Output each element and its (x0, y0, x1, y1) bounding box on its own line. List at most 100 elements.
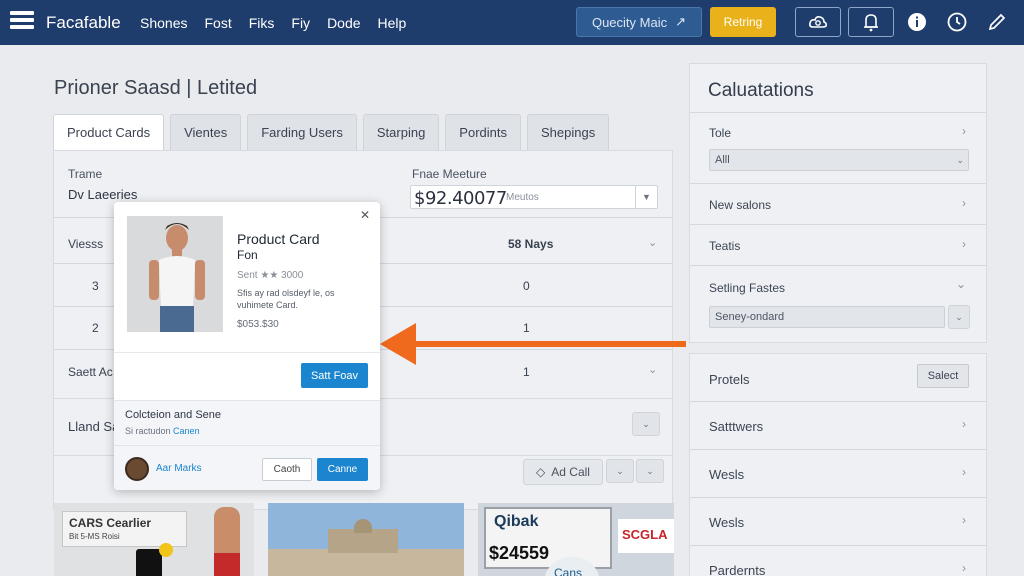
tole-select[interactable]: Alll ⌄ (709, 149, 969, 171)
notifications-button[interactable] (848, 7, 894, 37)
tab-starping[interactable]: Starping (362, 114, 440, 150)
building-dome (354, 519, 372, 533)
divider (690, 449, 986, 450)
sort-dropdown-button[interactable]: ⌄ (948, 305, 970, 329)
tab-vientes[interactable]: Vientes (170, 114, 242, 150)
chevron-right-icon[interactable]: › (962, 465, 966, 479)
tab-product-cards[interactable]: Product Cards (53, 114, 165, 150)
thumbnail-text: Cans (554, 566, 583, 576)
chevron-right-icon[interactable]: › (962, 561, 966, 575)
bell-icon (864, 14, 878, 32)
tab-farding-users[interactable]: Farding Users (247, 114, 357, 150)
chevron-down-icon[interactable]: ⌄ (956, 277, 966, 291)
chevron-down-icon: ⌄ (642, 418, 650, 429)
app-menu-icon[interactable] (10, 11, 34, 33)
tole-select-value: Alll (715, 154, 730, 166)
expand-button[interactable]: ⌄ (632, 412, 660, 436)
sidebar-item-satttwers[interactable]: Satttwers (709, 419, 763, 434)
collection-link[interactable]: Canen (173, 426, 200, 436)
thumbnail-cars[interactable]: CARS Cearlier Bit 5-MS Roisi (54, 503, 254, 576)
table-cell: 1 (523, 365, 530, 379)
chevron-right-icon[interactable]: › (962, 417, 966, 431)
tab-shepings[interactable]: Shepings (527, 114, 610, 150)
add-call-button[interactable]: ◇ Ad Call (523, 459, 603, 485)
divider (690, 497, 986, 498)
dropdown-button[interactable]: ⌄ (606, 459, 634, 483)
table-header-left: Viesss (68, 237, 104, 251)
info-icon[interactable] (906, 11, 928, 33)
sidebar-item-new-salons[interactable]: New salons (709, 198, 771, 212)
quick-make-label: Quecity Maic (591, 14, 668, 30)
menu-item-fiy[interactable]: Fiy (291, 15, 310, 31)
chevron-down-icon[interactable]: ⌄ (648, 363, 657, 376)
measure-value: $92.40077 (414, 188, 507, 209)
chevron-down-icon: ⌄ (646, 465, 654, 476)
divider (690, 183, 986, 184)
sort-select-value: Seney-ondard (715, 311, 785, 323)
collection-subtitle: Si ractudon Canen (125, 426, 200, 436)
edit-pencil-icon[interactable] (986, 11, 1008, 33)
billboard-sign: Qibak $24559 (484, 507, 612, 569)
avatar (125, 457, 149, 481)
quick-make-button[interactable]: Quecity Maic ↗ (576, 7, 702, 37)
user-name-link[interactable]: Aar Marks (156, 463, 202, 474)
land-label: Lland Sa (68, 419, 120, 434)
confirm-button[interactable]: Canne (317, 458, 368, 481)
menu-item-dode[interactable]: Dode (327, 15, 360, 31)
chevron-right-icon[interactable]: › (962, 513, 966, 527)
store-sign: SCGLA (618, 519, 674, 553)
add-call-label: Ad Call (551, 465, 590, 479)
product-title: Product Card (237, 231, 320, 247)
sidebar-item-teatis[interactable]: Teatis (709, 239, 740, 253)
product-description: Sfis ay rad olsdeyf le, os vuhimete Card… (237, 288, 335, 310)
product-subtitle: Fon (237, 248, 258, 262)
cloud-sync-button[interactable] (795, 7, 841, 37)
chevron-down-icon: ⌄ (616, 465, 624, 476)
sort-select[interactable]: Seney-ondard (709, 306, 945, 328)
retring-button[interactable]: Retring (710, 7, 776, 37)
chevron-down-icon: ⌄ (955, 311, 963, 322)
menu-item-help[interactable]: Help (378, 15, 407, 31)
main-menu: Shones Fost Fiks Fiy Dode Help (140, 15, 423, 31)
sidebar-title: Caluatations (708, 80, 814, 101)
menu-item-fiks[interactable]: Fiks (249, 15, 275, 31)
thumbnail-sign: CARS Cearlier Bit 5-MS Roisi (62, 511, 187, 547)
sidebar-item-wesls[interactable]: Wesls (709, 467, 744, 482)
chevron-right-icon[interactable]: › (962, 124, 966, 138)
product-image (127, 216, 223, 332)
collection-subtitle-text: Si ractudon (125, 426, 171, 436)
menu-item-shones[interactable]: Shones (140, 15, 187, 31)
close-icon[interactable]: ✕ (360, 208, 370, 222)
sidebar-item-wesls-2[interactable]: Wesls (709, 515, 744, 530)
arrow-head-icon (380, 323, 416, 365)
menu-item-fost[interactable]: Fost (204, 15, 231, 31)
protels-label: Protels (709, 372, 750, 387)
sidebar-item-pardernts[interactable]: Pardernts (709, 563, 765, 576)
cancel-button[interactable]: Caoth (262, 458, 312, 481)
chevron-right-icon[interactable]: › (962, 237, 966, 251)
phone-image (136, 549, 162, 576)
clock-icon[interactable] (946, 11, 968, 33)
tab-pordints[interactable]: Pordints (445, 114, 521, 150)
thumbnail-building[interactable] (268, 503, 464, 576)
table-cell: 2 (92, 321, 99, 335)
building-image (268, 549, 464, 576)
table-header-right: 58 Nays (508, 237, 554, 251)
sidebar-item-setling-fastes[interactable]: Setling Fastes (709, 281, 785, 295)
page-title: Prioner Saasd | Letited (54, 77, 258, 99)
divider (114, 352, 380, 353)
more-button[interactable]: ⌄ (636, 459, 664, 483)
top-navigation-bar: Facafable Shones Fost Fiks Fiy Dode Help… (0, 0, 1024, 45)
measure-select[interactable]: $92.40077 Meutos ▼ (410, 185, 658, 209)
divider (114, 445, 380, 446)
chevron-right-icon[interactable]: › (962, 196, 966, 210)
measure-label: Fnae Meeture (412, 167, 487, 181)
protels-panel: Protels Salect Satttwers › Wesls › Wesls… (689, 353, 987, 576)
table-cell: 3 (92, 279, 99, 293)
thumbnail-billboard[interactable]: Qibak $24559 SCGLA Cans (478, 503, 674, 576)
select-button[interactable]: Salect (917, 364, 969, 388)
orange-arrow (404, 341, 686, 347)
popup-footer: Colcteion and Sene Si ractudon Canen Aar… (114, 400, 380, 490)
save-button[interactable]: Satt Foav (301, 363, 368, 388)
chevron-down-icon[interactable]: ⌄ (648, 236, 657, 249)
